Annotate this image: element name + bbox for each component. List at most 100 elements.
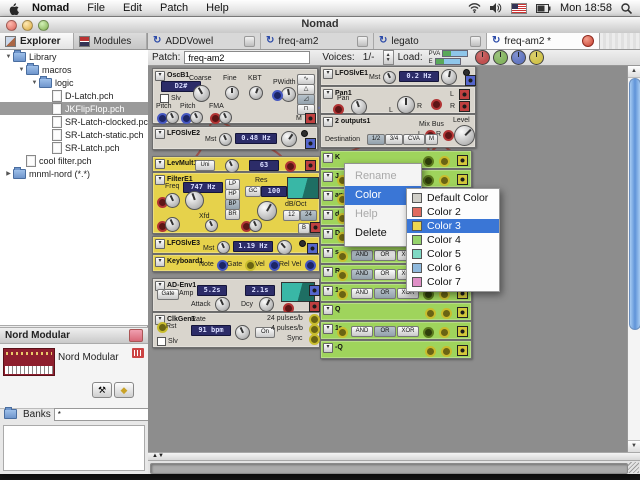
output-socket[interactable] <box>309 285 320 296</box>
button-12[interactable]: 12 <box>283 210 300 221</box>
menu-help[interactable]: Help <box>197 0 238 16</box>
zoom-window-button[interactable] <box>38 20 49 31</box>
output-socket[interactable] <box>457 345 468 356</box>
knob[interactable] <box>166 111 179 124</box>
voices-stepper[interactable]: ▲▼ <box>383 50 394 65</box>
cable-connector[interactable] <box>431 99 442 110</box>
cable-connector[interactable] <box>423 156 434 167</box>
output-socket[interactable] <box>457 155 468 166</box>
knob[interactable] <box>249 219 262 232</box>
module-menu-icon[interactable]: ▾ <box>155 239 165 249</box>
button-m[interactable]: M <box>425 134 438 145</box>
tree-item-macros[interactable]: ▼macros <box>0 63 148 76</box>
cable-connector[interactable] <box>337 327 348 338</box>
cable-connector[interactable] <box>337 289 348 300</box>
knob[interactable] <box>441 69 457 85</box>
button-uni[interactable]: Uni <box>195 160 215 171</box>
module-keyboard1[interactable]: ▾Keyboard1NoteGateVelRel Vel <box>152 254 320 272</box>
cable-connector[interactable] <box>423 327 434 338</box>
knob[interactable] <box>351 99 367 115</box>
submenu-item-color-7[interactable]: Color 7 <box>407 275 499 289</box>
module-menu-icon[interactable]: ▾ <box>155 257 165 267</box>
volume-icon[interactable] <box>490 3 502 13</box>
cable-connector[interactable] <box>439 327 450 338</box>
tree-item-sr-latch-pch[interactable]: SR-Latch.pch <box>0 141 148 154</box>
submenu-item-color-3[interactable]: Color 3 <box>407 219 499 233</box>
tree-item-logic[interactable]: ▼logic <box>0 76 148 89</box>
module-menu-icon[interactable]: ▾ <box>323 153 333 163</box>
value-display[interactable]: 100 <box>261 186 287 197</box>
tree-item-cool-filter-pch[interactable]: cool filter.pch <box>0 154 148 167</box>
module-menu-icon[interactable]: ▾ <box>155 175 165 185</box>
tab-legato[interactable]: ↻legato <box>374 33 487 49</box>
button-cva[interactable]: CVA <box>403 134 425 145</box>
knob[interactable] <box>225 159 239 173</box>
cable-connector[interactable] <box>439 156 450 167</box>
checkbox-slv[interactable]: Slv <box>157 337 178 346</box>
tree-item-sr-latch-clocked-pch[interactable]: SR-Latch-clocked.pch <box>0 115 148 128</box>
disclosure-open-icon[interactable]: ▼ <box>30 80 39 86</box>
module-lfoslve1[interactable]: ▾LFOSlvE1Mst0.2 Hz <box>320 66 476 86</box>
value-display[interactable]: 5.2s <box>197 285 227 296</box>
menu-bar-clock[interactable]: Mon 18:58 <box>560 2 612 14</box>
button-and[interactable]: AND <box>351 326 373 337</box>
knob[interactable] <box>219 111 232 124</box>
knob[interactable] <box>277 240 292 255</box>
module-menu-icon[interactable]: ▾ <box>323 248 333 258</box>
tree-item-library[interactable]: ▼Library <box>0 50 148 63</box>
value-display[interactable]: 91 bpm <box>191 325 231 336</box>
submenu-item-color-2[interactable]: Color 2 <box>407 205 499 219</box>
menu-nomad[interactable]: Nomad <box>23 0 78 16</box>
module-menu-icon[interactable]: ▾ <box>155 71 165 81</box>
knob[interactable] <box>217 241 230 254</box>
disclosure-closed-icon[interactable]: ▶ <box>4 170 13 177</box>
value-display[interactable]: 1.19 Hz <box>233 241 273 252</box>
patch-name-input[interactable] <box>184 51 310 64</box>
module-2-outputs1[interactable]: ▾2 outputs1Mix BusLRLevelDestination1/23… <box>320 114 476 148</box>
module-q[interactable]: ▾-Q <box>320 340 472 359</box>
value-display[interactable]: 0.48 Hz <box>235 133 277 144</box>
module-1r[interactable]: ▾1rANDORXOR <box>320 321 472 340</box>
output-socket[interactable] <box>309 301 320 312</box>
module-menu-icon[interactable]: ▾ <box>323 172 333 182</box>
output-socket[interactable] <box>305 138 316 149</box>
cable-connector[interactable] <box>441 346 452 357</box>
button-xor[interactable]: XOR <box>397 326 419 337</box>
button-24[interactable]: 24 <box>300 210 317 221</box>
input-language-flag-icon[interactable] <box>511 3 527 14</box>
module-menu-icon[interactable]: ▾ <box>323 69 333 79</box>
module-menu-icon[interactable]: ▾ <box>323 89 333 99</box>
button-or[interactable]: OR <box>374 288 396 299</box>
output-socket[interactable] <box>457 174 468 185</box>
checkbox-slv[interactable]: Slv <box>160 94 181 103</box>
spotlight-icon[interactable] <box>621 3 632 14</box>
output-socket[interactable] <box>459 89 470 100</box>
morph-knob-1[interactable] <box>475 50 490 65</box>
cable-connector[interactable] <box>439 175 450 186</box>
module-filtere1[interactable]: ▾FilterE1Freq747 HzLPHPBPBRResGC100dB/Oc… <box>152 172 320 234</box>
cable-connector[interactable] <box>337 270 348 281</box>
module-menu-icon[interactable]: ▾ <box>323 229 333 239</box>
button-or[interactable]: OR <box>374 326 396 337</box>
value-display[interactable]: 63 <box>249 160 279 171</box>
module-menu-icon[interactable]: ▾ <box>323 343 333 353</box>
knob[interactable] <box>281 87 296 102</box>
output-socket[interactable] <box>457 307 468 318</box>
apple-menu-icon[interactable] <box>8 2 19 15</box>
button-gate[interactable]: Gate <box>157 289 179 300</box>
morph-knob-4[interactable] <box>529 50 544 65</box>
knob[interactable] <box>397 96 415 114</box>
tab-addvowel[interactable]: ↻ADDVowel <box>148 33 261 49</box>
button-and[interactable]: AND <box>351 288 373 299</box>
cable-connector[interactable] <box>309 334 320 345</box>
device-sync-button[interactable]: ◆ <box>114 382 134 398</box>
minimize-window-button[interactable] <box>22 20 33 31</box>
module-menu-icon[interactable]: ▾ <box>323 305 333 315</box>
output-socket[interactable] <box>305 113 316 124</box>
knob[interactable] <box>190 111 203 124</box>
knob[interactable] <box>259 297 274 312</box>
vertical-scrollbar[interactable]: ▲ ▼ <box>627 66 640 452</box>
knob[interactable] <box>215 297 230 312</box>
module-menu-icon[interactable]: ▾ <box>323 324 333 334</box>
output-socket[interactable] <box>307 243 318 254</box>
